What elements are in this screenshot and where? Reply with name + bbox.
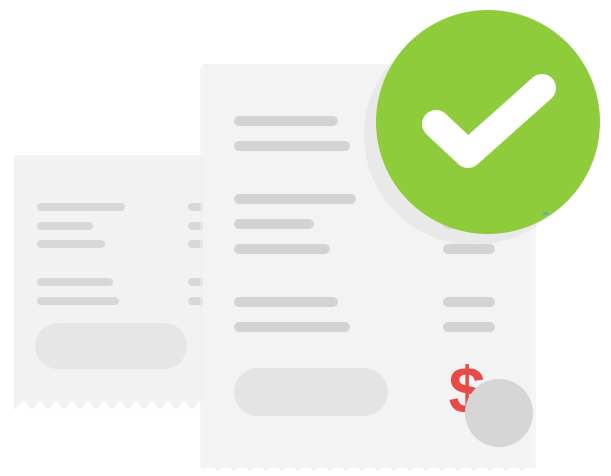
illustration-canvas: $	[14, 10, 600, 472]
back-receipt-icon	[14, 155, 215, 410]
checkmark-badge-icon	[364, 10, 600, 245]
back-pill	[35, 323, 187, 369]
back-line	[37, 278, 113, 286]
front-line	[234, 194, 356, 204]
front-line	[443, 322, 495, 332]
front-line	[443, 297, 495, 307]
front-line	[443, 244, 495, 254]
front-line	[234, 322, 350, 332]
front-pill	[234, 368, 388, 416]
front-line	[234, 244, 330, 254]
receipt-approved-illustration: $	[0, 0, 611, 476]
back-line	[37, 222, 93, 230]
front-line	[234, 141, 350, 151]
back-line	[37, 297, 119, 305]
back-line	[37, 240, 105, 248]
coin-icon	[465, 379, 533, 447]
front-line	[234, 297, 338, 307]
back-line	[37, 203, 125, 211]
front-line	[234, 219, 314, 229]
front-line	[234, 116, 338, 126]
